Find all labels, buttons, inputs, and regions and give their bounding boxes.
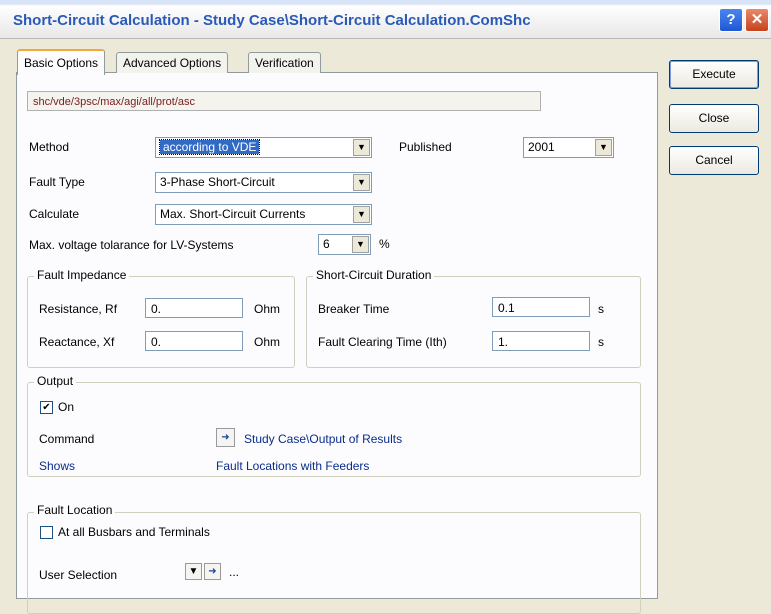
published-value: 2001 (528, 140, 555, 154)
breaker-time-label: Breaker Time (318, 302, 390, 316)
output-command-link[interactable]: Study Case\Output of Results (244, 432, 402, 446)
fault-type-label: Fault Type (29, 175, 85, 189)
execute-button[interactable]: Execute (669, 60, 759, 89)
resistance-unit: Ohm (254, 302, 281, 316)
all-busbars-label: At all Busbars and Terminals (58, 525, 210, 539)
cancel-button[interactable]: Cancel (669, 146, 759, 175)
resistance-label: Resistance, Rf (39, 302, 118, 316)
window-title: Short-Circuit Calculation - Study Case\S… (13, 12, 531, 29)
method-value: according to VDE (158, 139, 261, 155)
clearing-time-unit: s (598, 335, 604, 349)
chevron-down-icon: ▼ (352, 236, 369, 253)
user-selection-jump-button[interactable]: ➜ (204, 563, 221, 580)
breaker-time-input[interactable]: 0.1 (492, 297, 590, 317)
resistance-input[interactable]: 0. (145, 298, 243, 318)
tab-basic-options[interactable]: Basic Options (17, 49, 106, 75)
output-command-label: Command (39, 432, 95, 446)
output-shows-value: Fault Locations with Feeders (216, 459, 370, 473)
output-title: Output (34, 374, 77, 388)
chevron-down-icon: ▼ (353, 206, 370, 223)
user-selection-value: ... (229, 565, 240, 579)
help-button[interactable]: ? (719, 8, 743, 32)
output-on-label: On (58, 400, 75, 414)
reactance-input[interactable]: 0. (145, 331, 243, 351)
chevron-down-icon: ▼ (353, 139, 370, 156)
close-button[interactable]: Close (669, 104, 759, 133)
voltage-tolerance-unit: % (379, 237, 390, 251)
published-label: Published (399, 140, 452, 154)
voltage-tolerance-select[interactable]: 6 ▼ (318, 234, 371, 255)
sc-duration-group (306, 276, 641, 368)
help-icon: ? (726, 11, 736, 28)
user-selection-label: User Selection (39, 568, 118, 582)
published-select[interactable]: 2001 ▼ (523, 137, 614, 158)
all-busbars-checkbox[interactable] (40, 526, 53, 539)
fault-type-value: 3-Phase Short-Circuit (160, 175, 275, 189)
voltage-tolerance-label: Max. voltage tolarance for LV-Systems (29, 238, 234, 252)
fault-impedance-title: Fault Impedance (34, 268, 130, 282)
chevron-down-icon: ▼ (353, 174, 370, 191)
chevron-down-icon: ▼ (188, 566, 199, 577)
breaker-time-unit: s (598, 302, 604, 316)
clearing-time-input[interactable]: 1. (492, 331, 590, 351)
sc-duration-title: Short-Circuit Duration (313, 268, 435, 282)
clearing-time-label: Fault Clearing Time (Ith) (318, 335, 447, 349)
chevron-down-icon: ▼ (595, 139, 612, 156)
close-icon: ✕ (750, 11, 764, 28)
tab-verification[interactable]: Verification (248, 52, 321, 73)
fault-type-select[interactable]: 3-Phase Short-Circuit ▼ (155, 172, 372, 193)
reactance-label: Reactance, Xf (39, 335, 115, 349)
output-command-jump-button[interactable]: ➜ (216, 428, 235, 447)
calculate-label: Calculate (29, 207, 80, 221)
method-label: Method (29, 140, 70, 154)
tab-advanced-options[interactable]: Advanced Options (116, 52, 229, 73)
checkmark-icon: ✔ (42, 402, 51, 413)
voltage-tolerance-value: 6 (323, 237, 330, 251)
arrow-right-icon: ➜ (208, 566, 217, 577)
output-on-checkbox[interactable]: ✔ (40, 401, 53, 414)
close-window-button[interactable]: ✕ (745, 8, 769, 32)
reactance-unit: Ohm (254, 335, 281, 349)
calculate-value: Max. Short-Circuit Currents (160, 207, 306, 221)
arrow-right-icon: ➜ (221, 432, 230, 443)
fault-impedance-group (27, 276, 295, 368)
method-select[interactable]: according to VDE ▼ (155, 137, 372, 158)
calculate-select[interactable]: Max. Short-Circuit Currents ▼ (155, 204, 372, 225)
fault-location-title: Fault Location (34, 503, 116, 517)
command-path-field: shc/vde/3psc/max/agi/all/prot/asc (27, 91, 541, 111)
user-selection-dropdown-button[interactable]: ▼ (185, 563, 202, 580)
output-shows-label: Shows (39, 459, 76, 473)
